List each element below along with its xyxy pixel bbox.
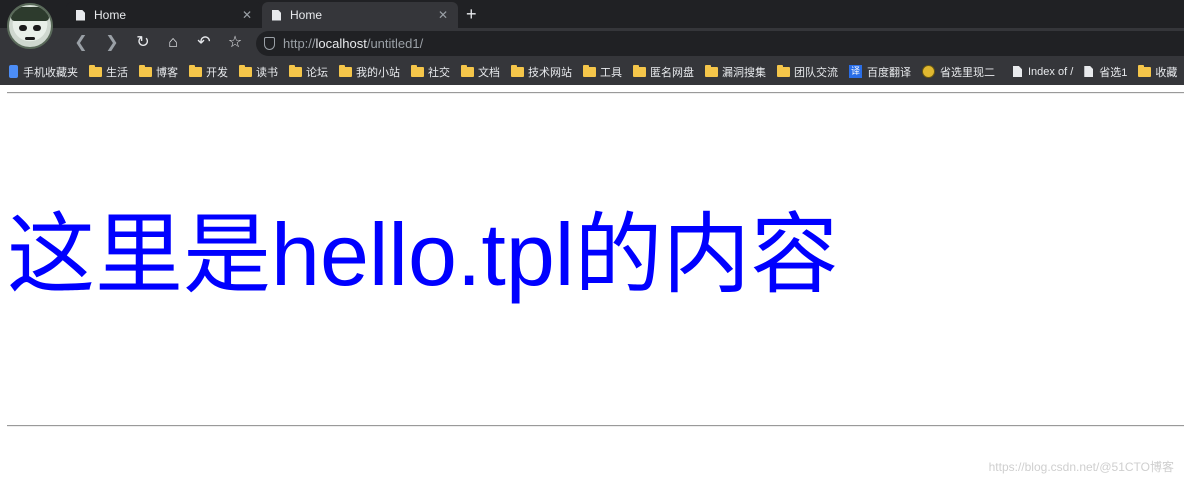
folder-icon <box>705 64 718 77</box>
toolbar: ❮ ❯ ↻ ⌂ ↶ ☆ http://localhost/untitled1/ <box>0 28 1184 58</box>
tab-home-2[interactable]: Home ✕ <box>262 2 458 28</box>
page-icon <box>1013 66 1022 77</box>
avatar-mouth <box>25 37 35 40</box>
tab-title: Home <box>94 8 127 22</box>
bookmarks-bar: 手机收藏夹 生活 博客 开发 读书 论坛 我的小站 社交 文档 技术网站 工具 … <box>0 58 1184 85</box>
folder-icon <box>1138 64 1152 77</box>
avatar-eye <box>19 25 27 31</box>
bookmark-item[interactable]: 工具 <box>583 64 622 80</box>
bookmark-item[interactable]: 译百度翻译 <box>849 64 911 80</box>
bookmark-item[interactable]: 社交 <box>411 64 450 80</box>
bookmark-item[interactable]: 读书 <box>239 64 278 80</box>
folder-icon <box>289 64 302 77</box>
reload-button[interactable]: ↻ <box>132 32 154 54</box>
avatar-hair <box>11 7 49 21</box>
undo-button[interactable]: ↶ <box>193 32 215 54</box>
face-icon <box>922 65 935 78</box>
url-text: http://localhost/untitled1/ <box>283 36 424 51</box>
folder-icon <box>511 64 524 77</box>
horizontal-rule-top <box>7 92 1184 94</box>
page-icon <box>1084 66 1094 77</box>
close-icon[interactable]: ✕ <box>438 8 448 22</box>
back-button[interactable]: ❮ <box>70 32 92 54</box>
bookmark-item[interactable]: 生活 <box>89 64 128 80</box>
document-icon <box>76 9 85 21</box>
bookmark-item[interactable]: 技术网站 <box>511 64 572 80</box>
bookmark-item[interactable]: 省选里现二 <box>922 64 995 80</box>
horizontal-rule-bottom <box>7 425 1184 427</box>
forward-button[interactable]: ❯ <box>101 32 123 54</box>
bookmark-item[interactable]: 博客 <box>139 64 178 80</box>
watermark: https://blog.csdn.net/@51CTO博客 <box>988 460 1174 474</box>
folder-icon <box>189 64 202 77</box>
folder-icon <box>89 64 102 77</box>
bookmark-item[interactable]: 团队交流 <box>777 64 838 80</box>
close-icon[interactable]: ✕ <box>242 8 252 22</box>
folder-icon <box>583 64 596 77</box>
new-tab-button[interactable]: + <box>466 4 477 25</box>
bookmark-item[interactable]: 手机收藏夹 <box>9 64 78 80</box>
tab-home-1[interactable]: Home ✕ <box>66 2 262 28</box>
folder-icon <box>633 64 646 77</box>
phone-icon <box>9 65 18 78</box>
address-bar[interactable]: http://localhost/untitled1/ <box>256 31 1184 56</box>
folder-icon <box>461 64 474 77</box>
folder-icon <box>411 64 424 77</box>
bookmark-item[interactable]: 漏洞搜集 <box>705 64 766 80</box>
page-heading: 这里是hello.tpl的内容 <box>7 205 839 304</box>
tab-title: Home <box>290 8 323 22</box>
translate-icon: 译 <box>849 65 862 78</box>
bookmark-item[interactable]: 开发 <box>189 64 228 80</box>
folder-icon <box>139 64 152 77</box>
bookmark-item[interactable]: 匿名网盘 <box>633 64 694 80</box>
bookmark-item[interactable]: 我的小站 <box>339 64 400 80</box>
bookmark-item[interactable]: 论坛 <box>289 64 328 80</box>
tab-strip: Home ✕ Home ✕ + <box>0 0 1184 28</box>
bookmark-item[interactable]: Index of / <box>1013 66 1073 78</box>
profile-avatar[interactable] <box>7 3 53 49</box>
avatar-eye <box>33 25 41 31</box>
folder-icon <box>339 64 352 77</box>
document-icon <box>272 9 281 21</box>
shield-icon <box>264 37 275 50</box>
bookmark-star-button[interactable]: ☆ <box>224 32 246 54</box>
bookmark-item[interactable]: 收藏 <box>1138 64 1177 80</box>
bookmark-item[interactable]: 省选1 <box>1084 64 1127 80</box>
folder-icon <box>239 64 252 77</box>
bookmark-item[interactable]: 文档 <box>461 64 500 80</box>
home-button[interactable]: ⌂ <box>162 32 184 54</box>
folder-icon <box>777 64 790 77</box>
